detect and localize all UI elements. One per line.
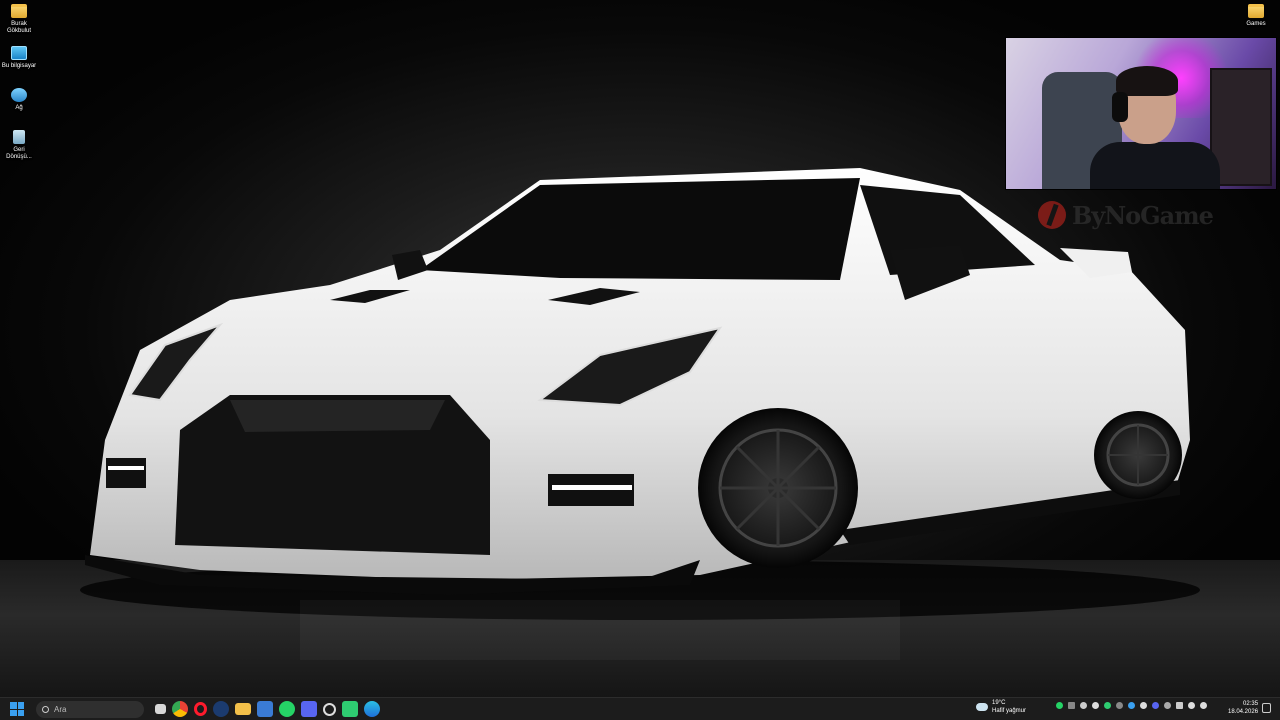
steam-icon[interactable] — [213, 701, 229, 717]
headphone-icon — [1112, 92, 1128, 122]
desktop-icon-label: Burak Gökbulut — [6, 21, 31, 34]
desktop-icon-label: Geri Dönüşü... — [6, 147, 32, 160]
file-explorer-icon[interactable] — [155, 704, 166, 714]
clock-date: 18.04.2026 — [1228, 709, 1259, 715]
webcam-overlay — [1005, 37, 1277, 190]
bluetooth-icon[interactable] — [1164, 702, 1171, 709]
tray-icon[interactable] — [1092, 702, 1099, 709]
tray-icon[interactable] — [1152, 702, 1159, 709]
chrome-icon[interactable] — [172, 701, 188, 717]
desktop-icon-label: Ağ — [15, 105, 23, 111]
folder-icon — [1248, 4, 1264, 18]
pinned-apps — [152, 701, 383, 717]
desktop-icon-this-pc[interactable]: Bu bilgisayar — [0, 46, 38, 70]
weather-desc: Hafif yağmur — [992, 708, 1027, 714]
brand-wordmark: ByNoGame — [1072, 200, 1214, 230]
desktop-icon-games-folder[interactable]: Games — [1237, 4, 1275, 28]
streamer-body — [1090, 142, 1220, 189]
weather-widget[interactable]: 19°C Hafif yağmur — [976, 699, 1026, 715]
volume-icon[interactable] — [1200, 702, 1207, 709]
cloud-rain-icon — [976, 703, 988, 711]
search-icon — [42, 705, 49, 713]
keyboard-icon[interactable] — [1176, 702, 1183, 709]
desktop-wallpaper: Burak Gökbulut Bu bilgisayar Ağ Geri Dön… — [0, 0, 1280, 697]
brand-watermark: ByNoGame — [1038, 198, 1214, 232]
tray-icon[interactable] — [1080, 702, 1087, 709]
tray-icon[interactable] — [1116, 702, 1123, 709]
whatsapp-tray-icon[interactable] — [1056, 702, 1063, 709]
tray-icon[interactable] — [1104, 702, 1111, 709]
desktop-icon-label: Bu bilgisayar — [1, 63, 37, 69]
taskbar: Ara 19°C Hafif yağmur 02:35 18.04.2026 — [0, 697, 1280, 720]
pc-icon — [11, 46, 27, 60]
whatsapp-icon[interactable] — [279, 701, 295, 717]
desktop-icon-label: Games — [1246, 21, 1266, 27]
desktop-icon-recycle-bin[interactable]: Geri Dönüşü... — [0, 130, 38, 161]
notification-icon[interactable] — [1262, 703, 1271, 713]
opera-icon[interactable] — [194, 702, 207, 716]
recycle-bin-icon — [13, 130, 25, 144]
clock-time: 02:35 — [1243, 701, 1259, 707]
weather-temp: 19°C — [992, 700, 1006, 706]
search-input[interactable]: Ara — [36, 700, 144, 718]
desktop-icon-user-folder[interactable]: Burak Gökbulut — [0, 4, 38, 35]
network-icon — [11, 88, 27, 102]
tray-icon[interactable] — [1068, 702, 1075, 709]
wifi-icon[interactable] — [1188, 702, 1195, 709]
edge-icon[interactable] — [364, 701, 380, 717]
folder-icon[interactable] — [235, 703, 251, 715]
tray-icon[interactable] — [1140, 702, 1147, 709]
search-label: Ara — [54, 704, 67, 714]
folder-icon — [11, 4, 27, 18]
clock[interactable]: 02:35 18.04.2026 — [1228, 700, 1258, 716]
system-tray — [1056, 702, 1207, 709]
start-button[interactable] — [10, 702, 24, 716]
store-icon[interactable] — [257, 701, 273, 717]
tray-icon[interactable] — [1128, 702, 1135, 709]
brand-logo-icon — [1038, 201, 1066, 229]
discord-icon[interactable] — [301, 701, 317, 717]
obs-icon[interactable] — [323, 702, 336, 716]
app-icon[interactable] — [342, 701, 358, 717]
desktop-icon-network[interactable]: Ağ — [0, 88, 38, 112]
